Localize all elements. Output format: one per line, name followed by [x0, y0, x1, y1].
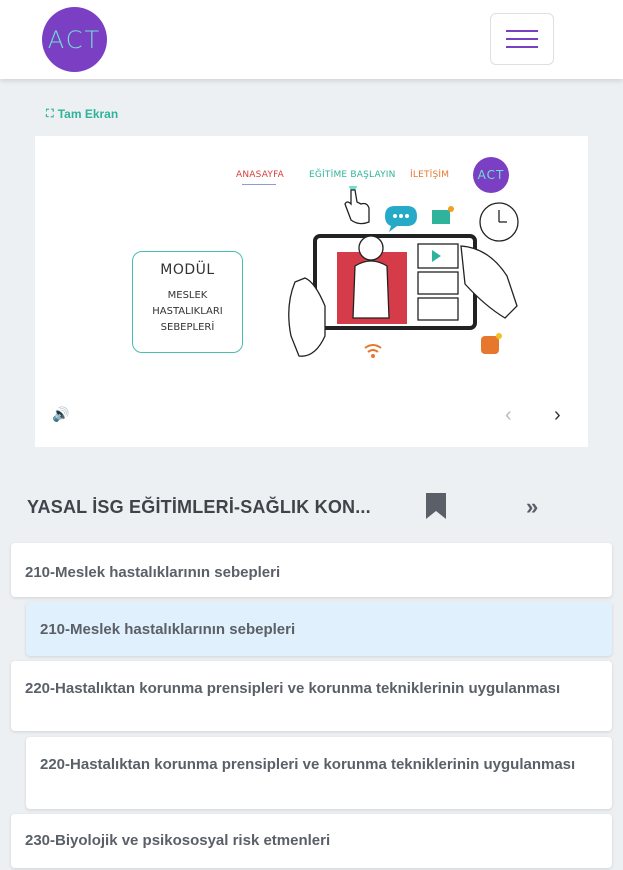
lesson-section-210[interactable]: 210-Meslek hastalıklarının sebepleri — [11, 543, 612, 597]
expand-icon: ⛶ — [46, 107, 54, 120]
slide-logo-text: ACT — [477, 168, 505, 182]
slide-nav-home-underline — [242, 184, 276, 185]
chat-bubble-icon — [385, 206, 417, 232]
site-logo[interactable]: ACT — [42, 7, 107, 72]
logo-text: ACT — [47, 25, 102, 54]
course-title: YASAL İSG EĞİTİMLERİ-SAĞLIK KON... — [27, 497, 371, 517]
hamburger-icon-bar — [506, 46, 538, 48]
lesson-item-label: 210-Meslek hastalıklarının sebepleri — [40, 621, 296, 638]
module-title: MODÜL — [160, 262, 215, 278]
lesson-section-220[interactable]: 220-Hastalıktan korunma prensipleri ve k… — [11, 661, 612, 731]
wifi-icon — [364, 344, 382, 353]
volume-icon[interactable]: 🔊 — [52, 406, 69, 423]
fullscreen-button[interactable]: ⛶ Tam Ekran — [46, 107, 118, 121]
slide-nav-start[interactable]: EĞİTİME BAŞLAYIN — [309, 170, 396, 180]
slide-nav-home[interactable]: ANASAYFA — [236, 170, 284, 180]
lesson-section-230[interactable]: 230-Biyolojik ve psikososyal risk etmenl… — [11, 814, 612, 868]
hamburger-icon — [506, 30, 538, 32]
top-navbar: ACT — [0, 0, 623, 79]
course-player[interactable]: ANASAYFA EĞİTİME BAŞLAYIN İLETİŞİM ACT M… — [35, 136, 588, 447]
chevron-right-icon[interactable]: › — [554, 404, 561, 427]
chevron-left-icon[interactable]: ‹ — [505, 404, 512, 427]
lesson-section-label: 230-Biyolojik ve psikososyal risk etmenl… — [25, 832, 331, 849]
lesson-item-220[interactable]: 220-Hastalıktan korunma prensipleri ve k… — [26, 737, 612, 809]
module-line-2: HASTALIKLARI — [152, 306, 223, 317]
orange-chat-icon — [481, 336, 499, 354]
fullscreen-label: Tam Ekran — [57, 107, 119, 121]
lesson-item-210[interactable]: 210-Meslek hastalıklarının sebepleri — [26, 602, 612, 656]
module-card: MODÜL MESLEK HASTALIKLARI SEBEPLERİ — [132, 251, 243, 353]
slide-nav-contact[interactable]: İLETİŞİM — [410, 170, 449, 180]
hamburger-icon-bar — [506, 38, 538, 40]
module-line-1: MESLEK — [167, 290, 208, 301]
mail-icon — [432, 210, 450, 224]
hamburger-menu-button[interactable] — [490, 13, 554, 65]
module-line-3: SEBEPLERİ — [160, 322, 215, 333]
lesson-item-label: 220-Hastalıktan korunma prensipleri ve k… — [40, 756, 576, 773]
tablet-illustration — [288, 186, 519, 358]
lesson-section-label: 220-Hastalıktan korunma prensipleri ve k… — [25, 680, 561, 697]
lesson-section-label: 210-Meslek hastalıklarının sebepleri — [25, 564, 281, 581]
module-subtitle: MESLEK HASTALIKLARI SEBEPLERİ — [133, 288, 242, 336]
double-chevron-right-icon[interactable]: » — [526, 494, 539, 520]
bookmark-icon[interactable] — [426, 493, 446, 519]
pointing-hand-icon — [344, 186, 370, 225]
